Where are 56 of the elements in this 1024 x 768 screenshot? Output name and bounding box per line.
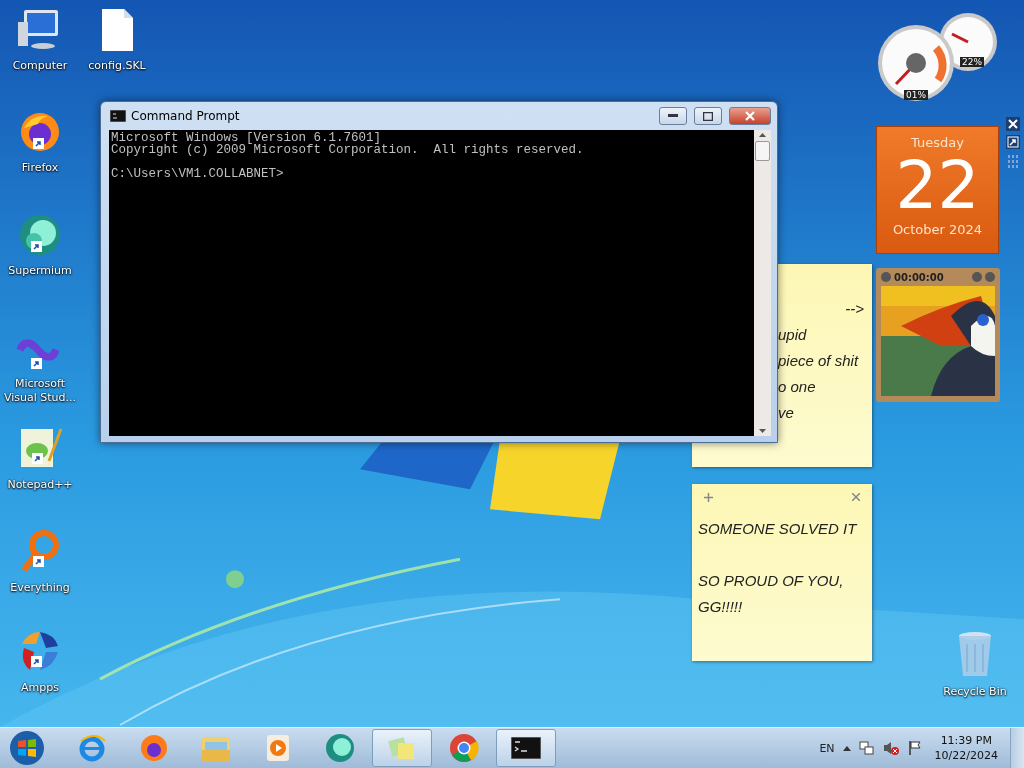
- icon-label[interactable]: Firefox: [21, 161, 59, 175]
- show-desktop-button[interactable]: [1010, 728, 1024, 768]
- console-line: Microsoft Windows [Version 6.1.7601]: [111, 132, 382, 144]
- note-text: piece of shit: [778, 351, 860, 371]
- volume-muted-icon[interactable]: [882, 740, 899, 756]
- console-prompt: C:\Users\VM1.COLLABNET>: [111, 168, 285, 180]
- scroll-thumb[interactable]: [755, 141, 770, 161]
- chrome-icon: [449, 733, 479, 763]
- calendar-day: 22: [895, 150, 980, 222]
- slideshow-time: 00:00:00: [894, 271, 945, 283]
- note-text: o one: [778, 377, 817, 397]
- minimize-button[interactable]: [659, 107, 687, 125]
- note-text: SOMEONE SOLVED IT: [698, 519, 859, 539]
- window-title: Command Prompt: [131, 109, 241, 123]
- console-icon: [110, 110, 126, 122]
- console-line: Copyright (c) 2009 Microsoft Corporation. All rights reserved.: [111, 144, 585, 156]
- calendar-month: October 2024: [892, 222, 983, 237]
- maximize-icon: [703, 111, 713, 121]
- flag-icon[interactable]: [906, 740, 923, 756]
- calendar-weekday: Tuesday: [911, 135, 964, 150]
- internet-explorer-icon: [77, 733, 107, 763]
- cpu-reading: 01%: [904, 90, 928, 100]
- icon-label[interactable]: Microsoft Visual Stud...: [1, 377, 79, 405]
- close-icon[interactable]: [1006, 117, 1020, 131]
- grip-icon[interactable]: [1006, 153, 1020, 171]
- network-icon[interactable]: [858, 740, 875, 756]
- close-icon: [745, 111, 755, 121]
- minimize-icon: [668, 114, 678, 118]
- close-button[interactable]: [729, 107, 771, 125]
- memory-reading: 22%: [960, 57, 984, 67]
- expand-arrow-icon[interactable]: [1006, 135, 1020, 149]
- clock[interactable]: 11:39 PM 10/22/2024: [930, 733, 1002, 763]
- scroll-down-icon[interactable]: [759, 429, 766, 433]
- note-text: SO PROUD OF YOU, GG!!!!!: [698, 571, 845, 617]
- note-text: ve: [778, 403, 795, 423]
- icon-label[interactable]: Supermium: [8, 264, 72, 278]
- scroll-up-icon[interactable]: [759, 133, 766, 137]
- icon-label[interactable]: Ampps: [21, 681, 59, 695]
- icon-label[interactable]: config.SKL: [88, 59, 146, 73]
- console-icon: [511, 737, 541, 759]
- show-hidden-icons-icon[interactable]: [842, 745, 851, 751]
- file-icon: [99, 8, 135, 52]
- scrollbar[interactable]: [754, 130, 771, 436]
- note-text: upid: [778, 325, 808, 345]
- icon-label[interactable]: Computer: [12, 59, 68, 73]
- supermium-icon: [325, 733, 355, 763]
- media-player-icon: [264, 733, 292, 763]
- icon-label[interactable]: Everything: [10, 581, 70, 595]
- note-text: -->: [844, 299, 864, 319]
- firefox-icon: [18, 110, 62, 154]
- icon-label[interactable]: Notepad++: [7, 478, 73, 492]
- taskbar-button[interactable]: [496, 729, 556, 767]
- maximize-button[interactable]: [694, 107, 722, 125]
- firefox-icon: [139, 733, 169, 763]
- add-icon[interactable]: [704, 492, 713, 502]
- language-indicator[interactable]: EN: [819, 741, 835, 755]
